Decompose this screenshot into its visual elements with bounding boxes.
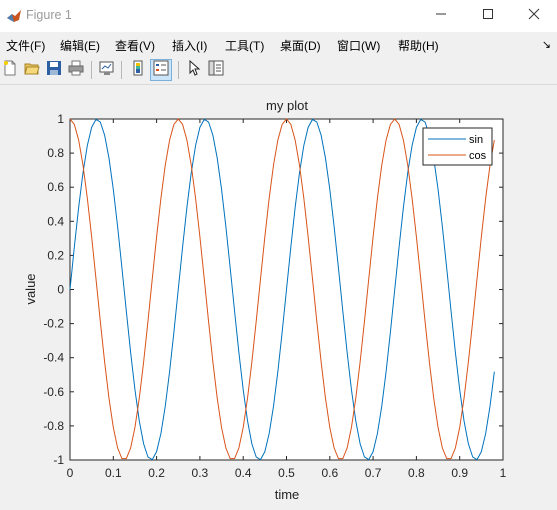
menu-tools[interactable]: 工具(T) xyxy=(225,37,264,54)
menu-window[interactable]: 窗口(W) xyxy=(337,37,380,54)
legend[interactable]: sin cos xyxy=(422,127,493,166)
x-tick-label: 0.4 xyxy=(235,466,252,480)
close-button[interactable] xyxy=(511,0,557,32)
maximize-icon xyxy=(482,7,494,25)
insert-legend-icon xyxy=(153,60,169,81)
y-tick-label: -0.6 xyxy=(43,385,64,399)
x-axis-label: time xyxy=(275,487,300,502)
window-title: Figure 1 xyxy=(26,8,72,22)
x-tick-label: 0.1 xyxy=(105,466,122,480)
new-figure-icon xyxy=(2,60,18,81)
open-file-button[interactable] xyxy=(22,60,42,80)
x-tick-label: 0.8 xyxy=(408,466,425,480)
menu-edit[interactable]: 编辑(E) xyxy=(60,37,100,54)
menu-insert[interactable]: 插入(I) xyxy=(172,37,207,54)
property-inspector-icon xyxy=(208,60,224,81)
x-tick-label: 0.3 xyxy=(192,466,209,480)
x-tick-label: 1 xyxy=(500,466,507,480)
y-axis-label: value xyxy=(23,273,38,304)
menu-view[interactable]: 查看(V) xyxy=(115,37,155,54)
x-tick-label: 0.5 xyxy=(278,466,295,480)
maximize-button[interactable] xyxy=(465,0,511,32)
y-tick-label: -0.4 xyxy=(43,351,64,365)
x-tick-label: 0.6 xyxy=(321,466,338,480)
edit-plot-arrow-icon xyxy=(186,59,202,81)
figure-canvas[interactable]: my plot 1 0.8 0.6 0.4 0.2 0 -0.2 -0.4 -0.6 -0.8 -1… xyxy=(0,85,557,505)
legend-label-cos: cos xyxy=(469,150,487,162)
y-tick-label: -0.2 xyxy=(43,317,64,331)
menu-bar: 文件(F) 编辑(E) 查看(V) 插入(I) 工具(T) 桌面(D) 窗口(W… xyxy=(0,33,557,55)
plot-svg[interactable]: my plot 1 0.8 0.6 0.4 0.2 0 -0.2 -0.4 -0.6 -0.8 -1… xyxy=(0,85,557,505)
x-tick-label: 0.2 xyxy=(148,466,165,480)
toolbar xyxy=(0,57,557,85)
menu-file[interactable]: 文件(F) xyxy=(6,37,45,54)
toolbar-separator xyxy=(121,61,122,79)
dock-arrow-icon[interactable]: ↘ xyxy=(542,38,551,51)
y-tick-label: 0.6 xyxy=(47,180,64,194)
x-tick-label: 0.7 xyxy=(365,466,382,480)
matlab-logo-icon xyxy=(6,8,22,24)
minimize-icon xyxy=(435,7,447,25)
y-tick-label: -0.8 xyxy=(43,419,64,433)
y-tick-label: 1 xyxy=(57,112,64,126)
link-plot-icon xyxy=(99,60,115,81)
print-icon xyxy=(68,60,84,81)
y-tick-label: -1 xyxy=(53,453,64,467)
close-icon xyxy=(528,7,540,25)
insert-colorbar-icon xyxy=(130,60,146,81)
title-bar: Figure 1 xyxy=(0,0,557,32)
chart-title: my plot xyxy=(266,98,308,113)
menu-desktop[interactable]: 桌面(D) xyxy=(280,37,321,54)
menu-help[interactable]: 帮助(H) xyxy=(398,37,439,54)
new-figure-button[interactable] xyxy=(0,60,20,80)
y-tick-label: 0.8 xyxy=(47,146,64,160)
x-tick-label: 0 xyxy=(67,466,74,480)
legend-label-sin: sin xyxy=(469,134,483,146)
edit-plot-button[interactable] xyxy=(184,59,204,81)
open-file-icon xyxy=(24,60,40,81)
property-inspector-button[interactable] xyxy=(206,60,226,80)
minimize-button[interactable] xyxy=(418,0,464,32)
toolbar-separator xyxy=(178,61,179,79)
y-tick-label: 0.4 xyxy=(47,214,64,228)
toolbar-separator xyxy=(91,61,92,79)
save-button[interactable] xyxy=(44,60,64,80)
save-icon xyxy=(46,60,62,81)
insert-colorbar-button[interactable] xyxy=(128,60,148,80)
y-tick-label: 0.2 xyxy=(47,248,64,262)
y-tick-label: 0 xyxy=(57,283,64,297)
insert-legend-button[interactable] xyxy=(150,59,172,81)
link-plot-button[interactable] xyxy=(97,60,117,80)
x-tick-label: 0.9 xyxy=(451,466,468,480)
print-button[interactable] xyxy=(66,60,86,80)
